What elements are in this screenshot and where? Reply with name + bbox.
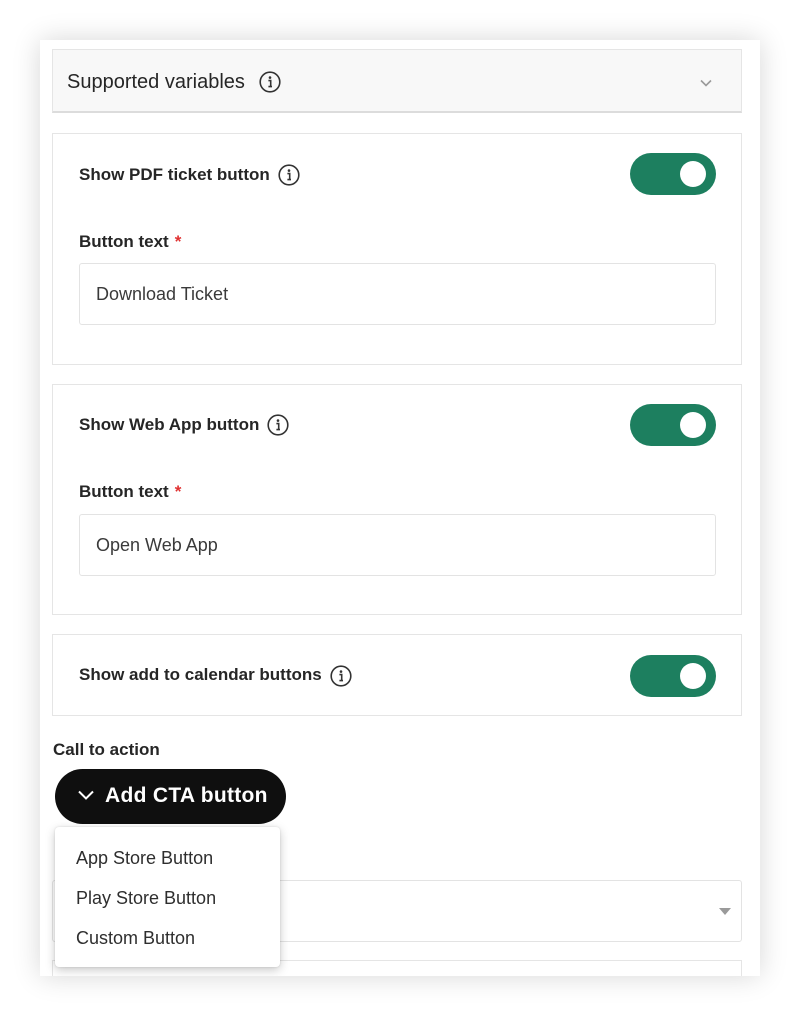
caret-down-icon bbox=[719, 908, 731, 915]
chevron-down-icon[interactable] bbox=[699, 76, 713, 90]
web-app-section: Show Web App button Button text * bbox=[52, 384, 742, 615]
call-to-action-label: Call to action bbox=[53, 740, 160, 759]
pdf-ticket-section: Show PDF ticket button Button text * bbox=[52, 133, 742, 365]
toggle-knob bbox=[680, 412, 706, 438]
required-mark: * bbox=[174, 482, 182, 501]
menu-item-play-store[interactable]: Play Store Button bbox=[76, 888, 216, 909]
calendar-toggle-label: Show add to calendar buttons bbox=[79, 665, 322, 684]
toggle-knob bbox=[680, 663, 706, 689]
add-cta-button-label: Add CTA button bbox=[105, 784, 268, 807]
add-cta-button[interactable]: Add CTA button bbox=[55, 769, 286, 824]
info-icon[interactable] bbox=[259, 71, 281, 93]
menu-item-app-store[interactable]: App Store Button bbox=[76, 848, 213, 869]
web-app-toggle[interactable] bbox=[630, 404, 716, 446]
calendar-section: Show add to calendar buttons bbox=[52, 634, 742, 716]
required-mark: * bbox=[174, 232, 182, 251]
pdf-ticket-toggle[interactable] bbox=[630, 153, 716, 195]
pdf-ticket-toggle-label: Show PDF ticket button bbox=[79, 165, 270, 184]
pdf-button-text-input[interactable] bbox=[79, 263, 716, 325]
supported-variables-accordion[interactable]: Supported variables bbox=[52, 49, 742, 113]
pdf-button-text-label: Button text * bbox=[79, 232, 182, 251]
info-icon[interactable] bbox=[278, 164, 300, 186]
info-icon[interactable] bbox=[330, 665, 352, 687]
calendar-toggle[interactable] bbox=[630, 655, 716, 697]
chevron-down-icon bbox=[77, 788, 95, 802]
info-icon[interactable] bbox=[267, 414, 289, 436]
settings-card: Supported variables Show PDF ticket butt… bbox=[40, 40, 760, 976]
supported-variables-title: Supported variables bbox=[67, 71, 245, 93]
menu-item-custom[interactable]: Custom Button bbox=[76, 928, 195, 949]
web-app-button-text-label: Button text * bbox=[79, 482, 182, 501]
web-app-button-text-input[interactable] bbox=[79, 514, 716, 576]
cta-type-menu: App Store Button Play Store Button Custo… bbox=[55, 827, 280, 967]
toggle-knob bbox=[680, 161, 706, 187]
web-app-toggle-label: Show Web App button bbox=[79, 415, 260, 434]
